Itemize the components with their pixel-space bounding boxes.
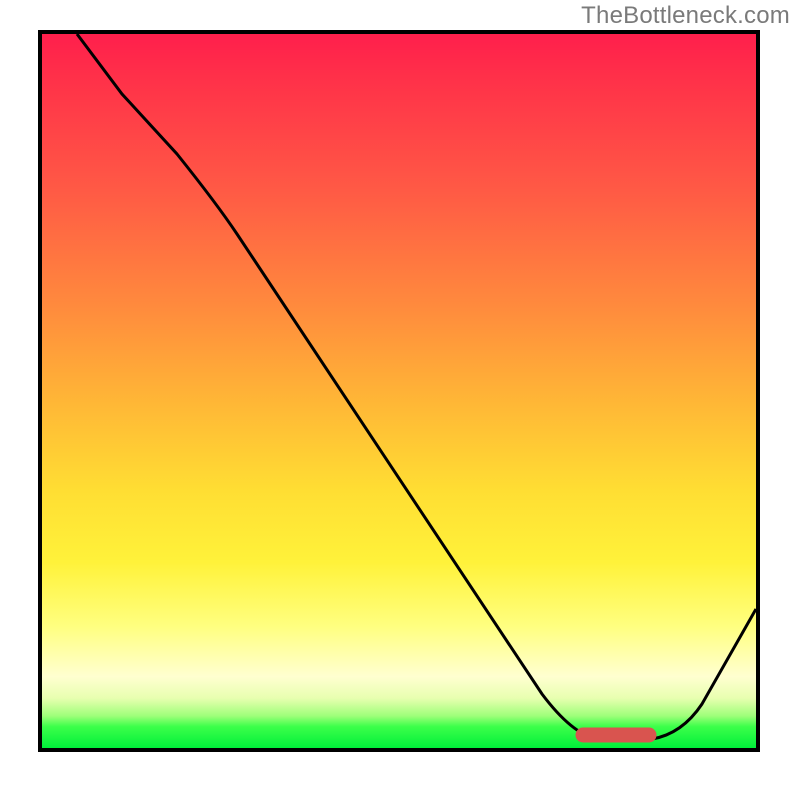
bottleneck-curve bbox=[77, 34, 756, 739]
curve-layer bbox=[42, 34, 756, 748]
marker-layer bbox=[42, 34, 756, 748]
optimal-range-marker bbox=[576, 728, 656, 742]
watermark-text: TheBottleneck.com bbox=[581, 2, 790, 30]
plot-area bbox=[38, 30, 760, 752]
chart-root: TheBottleneck.com bbox=[0, 0, 800, 800]
